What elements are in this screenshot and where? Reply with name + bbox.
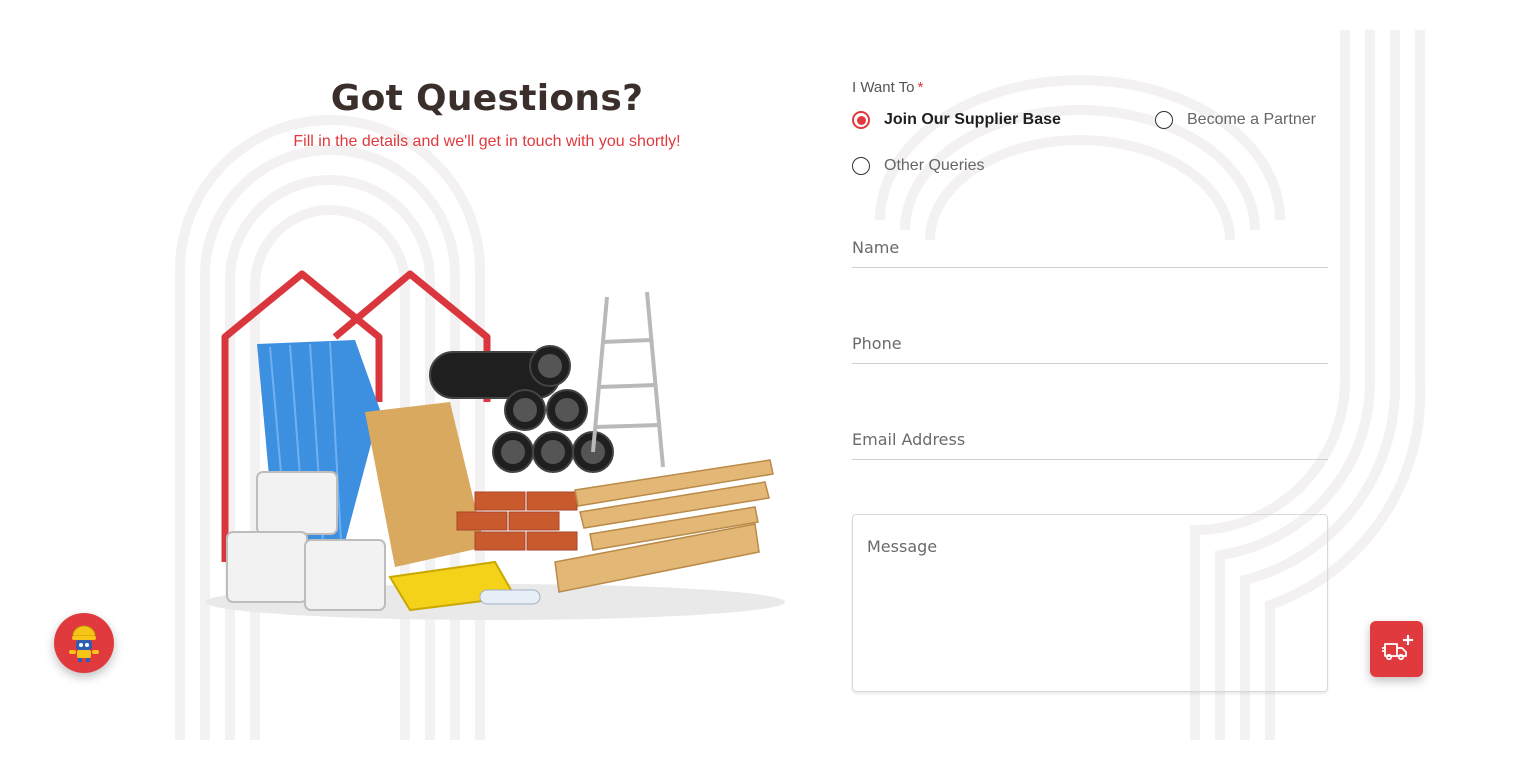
radio-other-queries[interactable]: Other Queries bbox=[852, 157, 984, 175]
phone-field-wrapper bbox=[852, 324, 1328, 364]
phone-input[interactable] bbox=[852, 324, 1328, 353]
radio-label: Become a Partner bbox=[1187, 111, 1316, 128]
required-marker: * bbox=[917, 79, 924, 96]
message-field-wrapper bbox=[852, 514, 1328, 692]
radio-join-supplier-base[interactable]: Join Our Supplier Base bbox=[852, 111, 1061, 129]
radio-button[interactable] bbox=[1155, 111, 1173, 129]
radio-button[interactable] bbox=[852, 157, 870, 175]
construction-materials-illustration bbox=[205, 270, 785, 620]
delivery-truck-add-icon bbox=[1381, 635, 1413, 661]
name-field-wrapper bbox=[852, 228, 1328, 268]
radio-label: Join Our Supplier Base bbox=[884, 111, 1061, 128]
message-textarea[interactable] bbox=[853, 515, 1327, 691]
page-title: Got Questions? bbox=[330, 78, 644, 119]
intent-label: I Want To * bbox=[852, 79, 923, 96]
radio-label: Other Queries bbox=[884, 157, 985, 174]
assistant-chat-button[interactable] bbox=[54, 613, 114, 673]
page-subtitle: Fill in the details and we'll get in tou… bbox=[293, 133, 681, 150]
email-field-wrapper bbox=[852, 420, 1328, 460]
radio-button-checked[interactable] bbox=[852, 111, 870, 129]
email-input[interactable] bbox=[852, 420, 1328, 449]
name-input[interactable] bbox=[852, 228, 1328, 257]
radio-become-partner[interactable]: Become a Partner bbox=[1155, 111, 1316, 129]
quick-order-button[interactable] bbox=[1370, 621, 1423, 677]
intent-label-text: I Want To bbox=[852, 79, 915, 96]
robot-assistant-icon bbox=[69, 625, 99, 662]
